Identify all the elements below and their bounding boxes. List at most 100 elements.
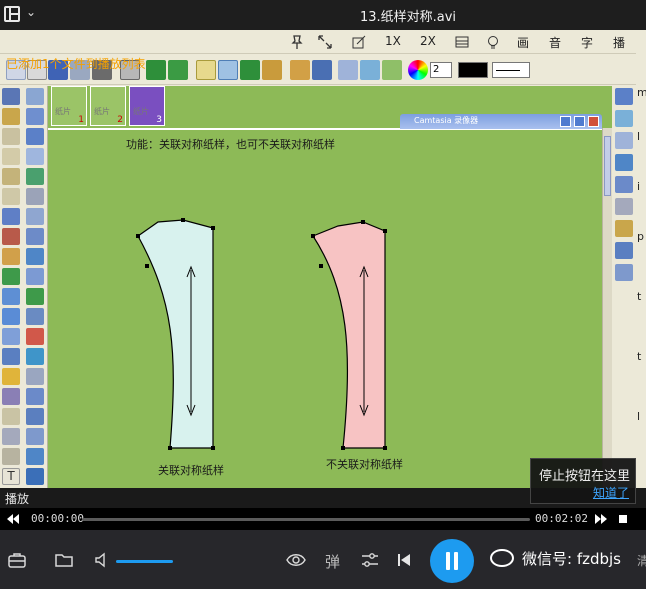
- tooltip-ok-link[interactable]: 知道了: [593, 484, 629, 501]
- line-style-select[interactable]: [492, 62, 530, 78]
- piece-thumb[interactable]: 纸片 2: [90, 86, 126, 126]
- bulb-icon[interactable]: [486, 35, 500, 49]
- figure-icon[interactable]: [262, 60, 282, 80]
- tool-icon[interactable]: [615, 220, 633, 237]
- tool-icon[interactable]: [26, 128, 44, 145]
- tool-icon[interactable]: [2, 268, 20, 285]
- danmaku-button[interactable]: 弹: [325, 551, 340, 572]
- tool-icon[interactable]: [2, 328, 20, 345]
- piece-thumb[interactable]: 纸片 1: [51, 86, 87, 126]
- mail-icon[interactable]: [360, 60, 380, 80]
- brush-icon[interactable]: [290, 60, 310, 80]
- tool-icon[interactable]: [26, 448, 44, 465]
- seek-bar[interactable]: [82, 518, 530, 521]
- tool-icon[interactable]: [2, 388, 20, 405]
- pattern-canvas[interactable]: 功能：关联对称纸样，也可不关联对称纸样 关联对称纸样 不关联对称纸样: [48, 128, 604, 488]
- tool-icon[interactable]: [26, 468, 44, 485]
- minimize-icon[interactable]: [560, 116, 571, 127]
- tool-icon[interactable]: [26, 148, 44, 165]
- tool-icon[interactable]: [615, 88, 633, 105]
- clear-label[interactable]: 清: [637, 552, 646, 569]
- tool-icon[interactable]: [2, 288, 20, 305]
- tool-icon[interactable]: [2, 188, 20, 205]
- rewind-icon[interactable]: [6, 513, 20, 525]
- canvas-vertical-scrollbar[interactable]: [602, 128, 612, 488]
- tool-icon[interactable]: [2, 148, 20, 165]
- text-icon[interactable]: T: [2, 468, 20, 485]
- line-color-select[interactable]: [458, 62, 488, 78]
- measure-icon[interactable]: [312, 60, 332, 80]
- close-icon[interactable]: [588, 116, 599, 127]
- scissors-icon[interactable]: [2, 228, 20, 245]
- tool-icon[interactable]: [2, 368, 20, 385]
- tool-icon[interactable]: [26, 308, 44, 325]
- expand-icon[interactable]: [318, 35, 332, 49]
- grid-icon[interactable]: [218, 60, 238, 80]
- tool-play[interactable]: 播: [613, 34, 625, 51]
- tool-icon[interactable]: [615, 154, 633, 171]
- tool-icon[interactable]: [26, 108, 44, 125]
- tool-icon[interactable]: [2, 428, 20, 445]
- volume-icon[interactable]: [94, 552, 110, 568]
- pencil-icon[interactable]: [2, 108, 20, 125]
- settings-sliders-icon[interactable]: [361, 552, 379, 568]
- toolbox-icon[interactable]: [8, 552, 26, 568]
- chart-icon[interactable]: [338, 60, 358, 80]
- tool-subtitle[interactable]: 字: [581, 34, 593, 51]
- layout-icon[interactable]: [455, 35, 469, 49]
- tool-audio[interactable]: 音: [549, 34, 561, 51]
- tool-icon[interactable]: [26, 208, 44, 225]
- tool-icon[interactable]: [2, 448, 20, 465]
- volume-slider[interactable]: [116, 560, 173, 563]
- scrollbar-thumb[interactable]: [604, 136, 611, 196]
- tool-icon[interactable]: [2, 248, 20, 265]
- maximize-icon[interactable]: [574, 116, 585, 127]
- tool-icon[interactable]: [615, 264, 633, 281]
- tool-icon[interactable]: [615, 110, 633, 127]
- tool-icon[interactable]: [2, 128, 20, 145]
- folder-icon[interactable]: [55, 552, 73, 568]
- tool-icon[interactable]: [26, 408, 44, 425]
- tool-icon[interactable]: [26, 368, 44, 385]
- tool-icon[interactable]: [26, 328, 44, 345]
- tool-icon[interactable]: [615, 242, 633, 259]
- select-arrow-icon[interactable]: [2, 88, 20, 105]
- piece-thumb-selected[interactable]: 纸片 3: [129, 86, 165, 126]
- stop-icon[interactable]: [618, 514, 628, 524]
- tool-icon[interactable]: [26, 288, 44, 305]
- tool-icon[interactable]: [615, 198, 633, 215]
- previous-icon[interactable]: [397, 553, 411, 567]
- speed-2x[interactable]: 2X: [420, 34, 436, 48]
- tool-icon[interactable]: [26, 188, 44, 205]
- tool-icon[interactable]: [2, 208, 20, 225]
- camtasia-recorder-window[interactable]: Camtasia 录像器: [400, 114, 602, 129]
- shirt-icon[interactable]: [240, 60, 260, 80]
- grade-icon[interactable]: [196, 60, 216, 80]
- color-value-field[interactable]: 2: [430, 62, 452, 78]
- fast-forward-icon[interactable]: [594, 513, 608, 525]
- tool-icon[interactable]: [26, 388, 44, 405]
- tool-icon[interactable]: [26, 348, 44, 365]
- tool-picture[interactable]: 画: [517, 34, 529, 51]
- color-wheel-icon[interactable]: [408, 60, 428, 80]
- tool-icon[interactable]: [26, 168, 44, 185]
- pause-button[interactable]: [430, 539, 474, 583]
- tool-icon[interactable]: [26, 268, 44, 285]
- redo-icon[interactable]: [168, 60, 188, 80]
- tool-icon[interactable]: [26, 248, 44, 265]
- undo-icon[interactable]: [146, 60, 166, 80]
- tool-icon[interactable]: [2, 408, 20, 425]
- edit-icon[interactable]: [352, 35, 366, 49]
- tool-icon[interactable]: [26, 88, 44, 105]
- speed-1x[interactable]: 1X: [385, 34, 401, 48]
- eye-icon[interactable]: [286, 552, 306, 568]
- tool-icon[interactable]: [2, 168, 20, 185]
- tool-icon[interactable]: [2, 348, 20, 365]
- tool-icon[interactable]: [2, 308, 20, 325]
- layers-icon[interactable]: [382, 60, 402, 80]
- tool-icon[interactable]: [615, 132, 633, 149]
- tool-icon[interactable]: [615, 176, 633, 193]
- tool-icon[interactable]: [26, 428, 44, 445]
- pin-icon[interactable]: [290, 35, 304, 49]
- tool-icon[interactable]: [26, 228, 44, 245]
